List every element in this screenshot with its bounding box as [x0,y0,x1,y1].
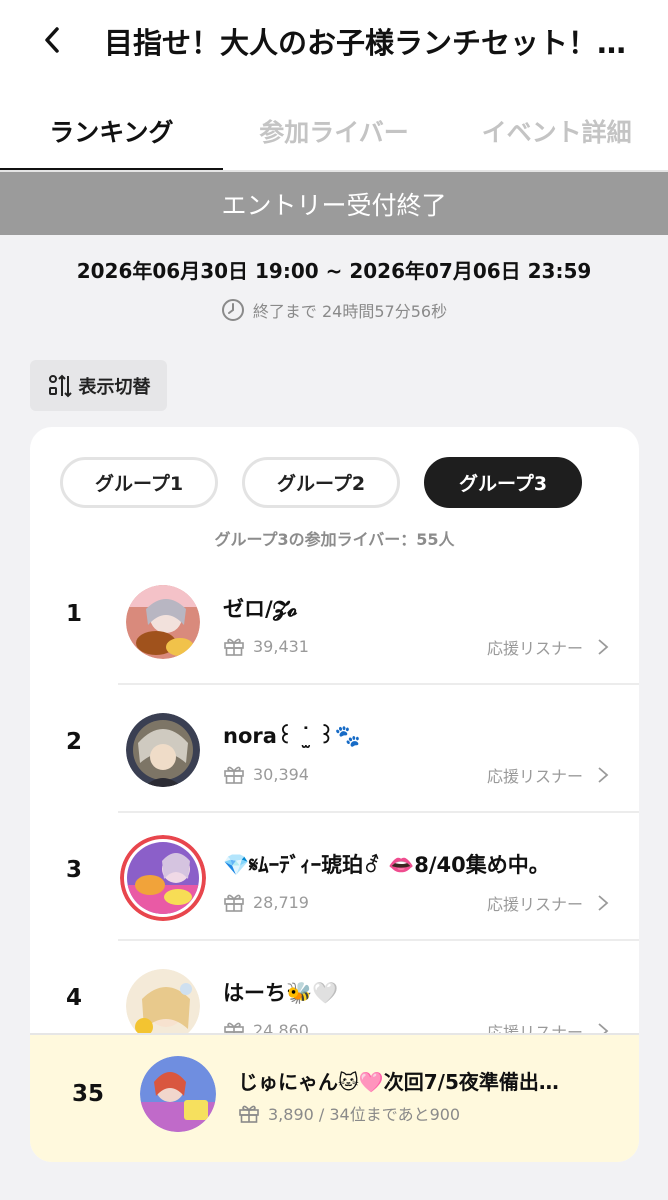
group-3-button[interactable]: グループ3 [424,457,582,508]
remaining-time: 終了まで 24時間57分56秒 [0,298,668,322]
avatar[interactable] [126,969,200,1043]
back-button[interactable] [30,18,74,62]
rank-number: 35 [71,1081,104,1107]
tab-participants[interactable]: 参加ライバー [223,90,446,172]
display-switch-label: 表示切替 [78,376,151,398]
score: 39,431 [223,635,309,657]
clock-icon [221,299,244,321]
avatar[interactable] [120,835,206,921]
page-title: 目指せ！大人のお子様ランチセット！（... [104,26,644,60]
ranking-row[interactable]: 2 nora꒰ ˙̫ ꒱🐾 30,394 応援リスナー [30,685,639,813]
support-listeners-label: 応援リスナー [486,895,583,914]
sort-icon [48,374,72,397]
my-score-value: 3,890 / 34位まであと900 [268,1105,461,1124]
chevron-right-icon [598,639,609,655]
chevron-right-icon [598,767,609,783]
group-participant-count: グループ3の参加ライバー：55人 [214,530,455,549]
remaining-time-text: 終了まで 24時間57分56秒 [252,302,448,321]
display-switch-button[interactable]: 表示切替 [30,360,167,411]
my-ranking-row[interactable]: 35 じゅにゃん🐱🩷次回7/5夜準備出… 3,890 / 34位まであと900 [30,1033,639,1162]
row-divider [30,1033,639,1035]
ranking-row[interactable]: 1 ゼロ/𝓩𝓸 39,431 応援リスナー [30,557,639,685]
gift-icon [224,638,244,656]
score-value: 39,431 [253,636,309,656]
gift-icon [224,894,244,912]
support-listeners-label: 応援リスナー [486,639,583,658]
score-value: 30,394 [253,764,309,784]
support-listeners-link[interactable]: 応援リスナー [487,635,609,659]
support-listeners-link[interactable]: 応援リスナー [487,891,609,915]
tab-bar: ランキング 参加ライバー イベント詳細 [0,90,668,172]
avatar[interactable] [140,1056,216,1132]
ranking-row[interactable]: 3 💎𝄋ﾑｰﾃﾞｨｰ琥珀⚦ 👄8/40集め中。 28,719 応援リスナー [30,813,639,941]
chevron-left-icon [45,27,59,53]
gift-icon [224,766,244,784]
score: 30,394 [223,763,309,785]
tab-event-details[interactable]: イベント詳細 [445,90,668,172]
tab-ranking[interactable]: ランキング [0,90,223,172]
gift-icon [239,1105,259,1123]
rank-number: 1 [65,601,82,627]
support-listeners-label: 応援リスナー [486,767,583,786]
group-2-button[interactable]: グループ2 [242,457,400,508]
liver-name: nora꒰ ˙̫ ꒱🐾 [223,724,361,748]
liver-name: ゼロ/𝓩𝓸 [223,597,298,621]
my-score: 3,890 / 34位まであと900 [238,1101,460,1125]
liver-name: はーち🐝🤍 [223,981,339,1005]
entry-closed-banner: エントリー受付終了 [0,172,668,235]
avatar[interactable] [126,713,200,787]
chevron-right-icon [598,895,609,911]
avatar[interactable] [126,585,200,659]
liver-name: 💎𝄋ﾑｰﾃﾞｨｰ琥珀⚦ 👄8/40集め中。 [223,853,550,877]
score-value: 28,719 [253,892,309,912]
support-listeners-link[interactable]: 応援リスナー [487,763,609,787]
rank-number: 2 [65,729,82,755]
app-header: 目指せ！大人のお子様ランチセット！（... [0,0,668,90]
rank-number: 3 [65,857,82,883]
rank-number: 4 [65,985,82,1011]
score: 28,719 [223,891,309,913]
my-liver-name: じゅにゃん🐱🩷次回7/5夜準備出… [238,1070,559,1094]
group-1-button[interactable]: グループ1 [60,457,218,508]
event-period: 2026年06月30日 19:00 ~ 2026年07月06日 23:59 [76,259,592,283]
